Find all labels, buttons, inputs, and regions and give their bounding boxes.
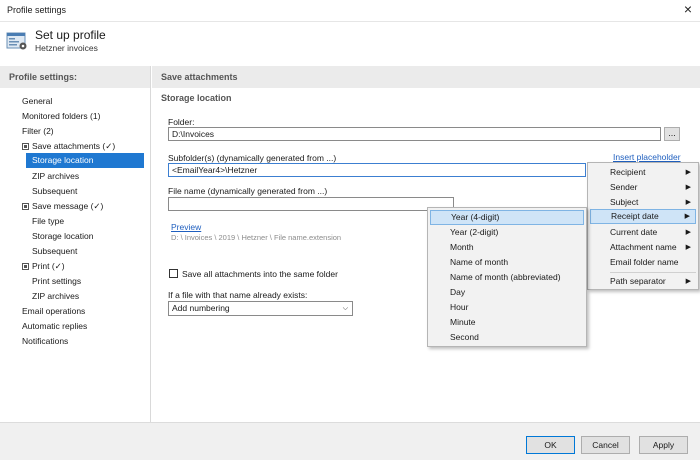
filename-label: File name (dynamically generated from ..… [168, 186, 328, 196]
nav-item-print-zip-archives[interactable]: ZIP archives [32, 289, 79, 304]
nav-item-subsequent[interactable]: Subsequent [32, 184, 77, 199]
chevron-right-icon: ▶ [685, 229, 691, 236]
file-exists-value: Add numbering [172, 303, 230, 313]
menu-item-name-of-month[interactable]: Name of month [430, 255, 584, 270]
menu-item-attachment-name[interactable]: Attachment name ▶ [590, 240, 696, 255]
menu-item-email-folder-name[interactable]: Email folder name [590, 255, 696, 270]
menu-item-path-separator[interactable]: Path separator ▶ [590, 274, 696, 289]
nav-heading: Profile settings: [0, 66, 150, 88]
menu-item-name-of-month-abbreviated[interactable]: Name of month (abbreviated) [430, 270, 584, 285]
menu-item-year-4-digit[interactable]: Year (4-digit) [430, 210, 584, 225]
folder-input[interactable]: D:\Invoices [168, 127, 661, 141]
close-icon[interactable]: × [684, 1, 692, 17]
nav-item-notifications[interactable]: Notifications [22, 334, 68, 349]
chevron-right-icon: ▶ [685, 184, 691, 191]
file-exists-label: If a file with that name already exists: [168, 290, 308, 300]
preview-link[interactable]: Preview [171, 222, 201, 232]
chevron-down-icon: ⌵ [342, 305, 348, 312]
menu-item-second[interactable]: Second [430, 330, 584, 345]
nav-item-print[interactable]: Print (✓) [22, 259, 65, 274]
menu-item-label: Recipient [610, 167, 646, 177]
menu-item-label: Subject [610, 197, 639, 207]
menu-item-label: Receipt date [611, 211, 659, 221]
menu-item-current-date[interactable]: Current date ▶ [590, 225, 696, 240]
menu-item-label: Attachment name [610, 242, 677, 252]
window-title: Profile settings [7, 5, 67, 15]
chevron-right-icon: ▶ [685, 199, 691, 206]
profile-name: Hetzner invoices [35, 43, 98, 53]
filename-input[interactable] [168, 197, 454, 211]
cancel-button[interactable]: Cancel [581, 436, 630, 454]
nav-item-label: Save attachments (✓) [32, 141, 116, 151]
nav-item-message-storage-location[interactable]: Storage location [32, 229, 93, 244]
nav-item-save-message[interactable]: Save message (✓) [22, 199, 103, 214]
menu-item-sender[interactable]: Sender ▶ [590, 180, 696, 195]
section-title: Save attachments [152, 66, 700, 88]
subfolder-input[interactable]: <EmailYear4>\Hetzner [168, 163, 586, 177]
menu-item-minute[interactable]: Minute [430, 315, 584, 330]
nav-item-storage-location[interactable]: Storage location [26, 153, 144, 168]
file-exists-select[interactable]: Add numbering ⌵ [168, 301, 353, 316]
menu-item-subject[interactable]: Subject ▶ [590, 195, 696, 210]
nav-item-email-operations[interactable]: Email operations [22, 304, 85, 319]
nav-item-file-type[interactable]: File type [32, 214, 64, 229]
apply-button[interactable]: Apply [639, 436, 688, 454]
menu-item-label: Current date [610, 227, 658, 237]
chevron-right-icon: ▶ [684, 213, 690, 220]
nav-item-monitored-folders[interactable]: Monitored folders (1) [22, 109, 100, 124]
preview-path: D: \ Invoices \ 2019 \ Hetzner \ File na… [171, 233, 342, 242]
menu-item-label: Path separator [610, 276, 666, 286]
dialog-footer: OK Cancel Apply [0, 422, 700, 460]
collapse-icon[interactable] [22, 263, 29, 270]
menu-item-hour[interactable]: Hour [430, 300, 584, 315]
menu-separator [610, 272, 696, 273]
title-bar: Profile settings × [0, 0, 700, 22]
insert-placeholder-link[interactable]: Insert placeholder [613, 152, 681, 162]
chevron-right-icon: ▶ [685, 278, 691, 285]
same-folder-label: Save all attachments into the same folde… [182, 269, 338, 279]
subsection-title: Storage location [161, 93, 232, 103]
settings-nav: Profile settings: General Monitored fold… [0, 66, 151, 422]
nav-item-label: Print (✓) [32, 261, 65, 271]
menu-item-receipt-date[interactable]: Receipt date ▶ [590, 209, 696, 224]
nav-item-automatic-replies[interactable]: Automatic replies [22, 319, 87, 334]
chevron-right-icon: ▶ [685, 244, 691, 251]
folder-label: Folder: [168, 117, 195, 127]
subfolder-label: Subfolder(s) (dynamically generated from… [168, 153, 337, 163]
nav-item-label: Save message (✓) [32, 201, 104, 211]
ok-button[interactable]: OK [526, 436, 575, 454]
menu-item-label: Sender [610, 182, 638, 192]
menu-item-year-2-digit[interactable]: Year (2-digit) [430, 225, 584, 240]
profile-settings-icon [6, 32, 27, 50]
collapse-icon[interactable] [22, 143, 29, 150]
nav-item-zip-archives[interactable]: ZIP archives [32, 169, 79, 184]
nav-item-general[interactable]: General [22, 94, 52, 109]
placeholder-menu: Recipient ▶ Sender ▶ Subject ▶ Receipt date… [587, 162, 699, 290]
nav-item-print-settings[interactable]: Print settings [32, 274, 81, 289]
collapse-icon[interactable] [22, 203, 29, 210]
nav-item-message-subsequent[interactable]: Subsequent [32, 244, 77, 259]
dialog-title: Set up profile [35, 28, 106, 42]
menu-item-month[interactable]: Month [430, 240, 584, 255]
chevron-right-icon: ▶ [685, 169, 691, 176]
receipt-date-submenu: Year (4-digit) Year (2-digit) Month Name… [427, 207, 587, 347]
nav-item-filter[interactable]: Filter (2) [22, 124, 54, 139]
browse-button[interactable]: ... [664, 127, 680, 141]
menu-item-recipient[interactable]: Recipient ▶ [590, 165, 696, 180]
nav-item-save-attachments[interactable]: Save attachments (✓) [22, 139, 115, 154]
same-folder-checkbox[interactable] [169, 269, 178, 278]
menu-item-day[interactable]: Day [430, 285, 584, 300]
dialog-header: Set up profile Hetzner invoices [0, 22, 700, 66]
